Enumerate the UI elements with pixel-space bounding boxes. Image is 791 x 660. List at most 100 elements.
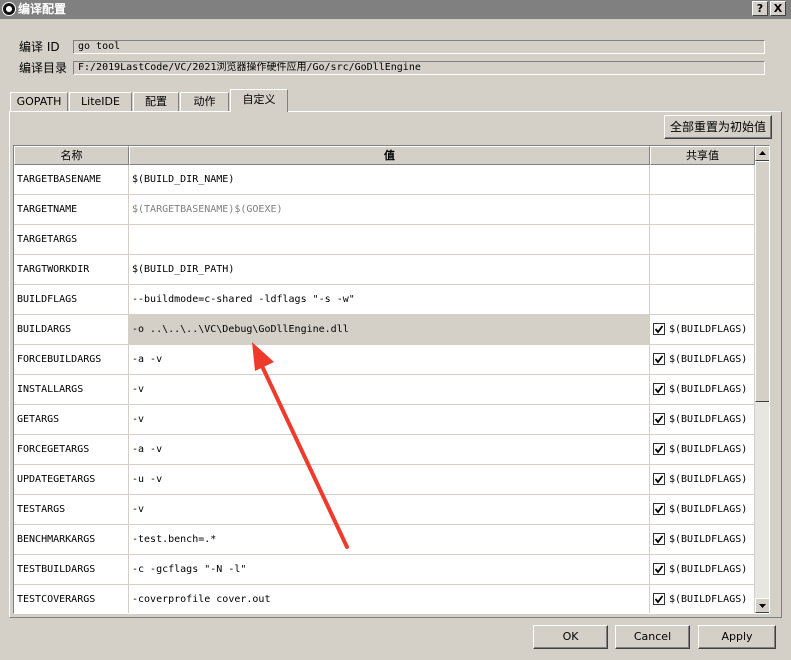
cell-name[interactable]: TESTCOVERARGS xyxy=(14,585,129,613)
cell-value[interactable]: $(BUILD_DIR_PATH) xyxy=(129,255,650,285)
shared-checkbox[interactable] xyxy=(653,353,665,365)
shared-checkbox[interactable] xyxy=(653,383,665,395)
cell-name[interactable]: TESTARGS xyxy=(14,495,129,525)
cell-value[interactable]: -test.bench=.* xyxy=(129,525,650,555)
table-row[interactable]: GETARGS -v $(BUILDFLAGS) xyxy=(14,405,755,435)
shared-checkbox[interactable] xyxy=(653,563,665,575)
cell-shared[interactable]: $(BUILDFLAGS) xyxy=(650,315,755,345)
table-row[interactable]: TESTARGS -v $(BUILDFLAGS) xyxy=(14,495,755,525)
cell-value[interactable]: -a -v xyxy=(129,435,650,465)
shared-checkbox[interactable] xyxy=(653,323,665,335)
cell-value[interactable]: -v xyxy=(129,375,650,405)
cell-name[interactable]: BUILDARGS xyxy=(14,315,129,345)
ok-button[interactable]: OK xyxy=(533,625,608,649)
cell-value[interactable]: $(TARGETBASENAME)$(GOEXE) xyxy=(129,195,650,225)
cell-name[interactable]: TESTBUILDARGS xyxy=(14,555,129,585)
cell-shared[interactable]: $(BUILDFLAGS) xyxy=(650,495,755,525)
shared-checkbox[interactable] xyxy=(653,533,665,545)
table-row[interactable]: TARGETBASENAME $(BUILD_DIR_NAME) xyxy=(14,165,755,195)
cell-value[interactable]: -coverprofile cover.out xyxy=(129,585,650,613)
cell-value[interactable]: $(BUILD_DIR_NAME) xyxy=(129,165,650,195)
cell-shared[interactable] xyxy=(650,195,755,225)
cell-shared[interactable]: $(BUILDFLAGS) xyxy=(650,585,755,613)
cell-value[interactable] xyxy=(129,225,650,255)
cell-name[interactable]: BENCHMARKARGS xyxy=(14,525,129,555)
tab-config[interactable]: 配置 xyxy=(133,92,179,111)
shared-checkbox[interactable] xyxy=(653,443,665,455)
vertical-scrollbar[interactable] xyxy=(755,146,769,613)
cell-shared[interactable]: $(BUILDFLAGS) xyxy=(650,465,755,495)
cell-shared[interactable]: $(BUILDFLAGS) xyxy=(650,345,755,375)
cell-shared[interactable] xyxy=(650,255,755,285)
shared-value-text: $(BUILDFLAGS) xyxy=(669,534,748,545)
cell-name[interactable]: FORCEGETARGS xyxy=(14,435,129,465)
cell-name[interactable]: TARGETARGS xyxy=(14,225,129,255)
table-row[interactable]: TESTCOVERARGS -coverprofile cover.out $(BU… xyxy=(14,585,755,613)
table-row[interactable]: FORCEBUILDARGS -a -v $(BUILDFLAGS) xyxy=(14,345,755,375)
table-row[interactable]: BUILDARGS -o ..\..\..\VC\Debug\GoDllEngin… xyxy=(14,315,755,345)
cell-value[interactable]: --buildmode=c-shared -ldflags "-s -w" xyxy=(129,285,650,315)
shared-checkbox[interactable] xyxy=(653,503,665,515)
table-row[interactable]: INSTALLARGS -v $(BUILDFLAGS) xyxy=(14,375,755,405)
table-row[interactable]: BUILDFLAGS --buildmode=c-shared -ldflags … xyxy=(14,285,755,315)
shared-checkbox[interactable] xyxy=(653,473,665,485)
cell-shared[interactable]: $(BUILDFLAGS) xyxy=(650,555,755,585)
cell-value[interactable]: -v xyxy=(129,495,650,525)
cell-name[interactable]: TARGTWORKDIR xyxy=(14,255,129,285)
table-row[interactable]: TARGETNAME $(TARGETBASENAME)$(GOEXE) xyxy=(14,195,755,225)
shared-value-text: $(BUILDFLAGS) xyxy=(669,564,748,575)
column-header-shared[interactable]: 共享值 xyxy=(650,146,755,165)
cell-name[interactable]: TARGETNAME xyxy=(14,195,129,225)
close-button[interactable]: X xyxy=(770,1,786,16)
cell-name[interactable]: INSTALLARGS xyxy=(14,375,129,405)
apply-button[interactable]: Apply xyxy=(698,625,776,649)
reset-all-button[interactable]: 全部重置为初始值 xyxy=(664,115,772,139)
help-button[interactable]: ? xyxy=(752,1,768,16)
cell-shared[interactable]: $(BUILDFLAGS) xyxy=(650,525,755,555)
tab-gopath[interactable]: GOPATH xyxy=(10,92,68,111)
scroll-up-button[interactable] xyxy=(755,146,769,161)
checkmark-icon xyxy=(654,505,664,514)
arrow-up-icon xyxy=(759,151,766,155)
cell-shared[interactable] xyxy=(650,225,755,255)
table-row[interactable]: TARGTWORKDIR $(BUILD_DIR_PATH) xyxy=(14,255,755,285)
cell-shared[interactable] xyxy=(650,285,755,315)
table-row[interactable]: TARGETARGS xyxy=(14,225,755,255)
shared-value-text: $(BUILDFLAGS) xyxy=(669,504,748,515)
column-header-value[interactable]: 值 xyxy=(129,146,650,165)
table-row[interactable]: FORCEGETARGS -a -v $(BUILDFLAGS) xyxy=(14,435,755,465)
cell-name[interactable]: GETARGS xyxy=(14,405,129,435)
cell-shared[interactable]: $(BUILDFLAGS) xyxy=(650,405,755,435)
build-dir-field[interactable]: F:/2019LastCode/VC/2021浏览器操作硬件应用/Go/src/… xyxy=(73,61,765,75)
build-id-label: 编译 ID xyxy=(19,40,60,54)
table-row[interactable]: TESTBUILDARGS -c -gcflags "-N -l" $(BUILDF… xyxy=(14,555,755,585)
shared-checkbox[interactable] xyxy=(653,413,665,425)
scroll-down-button[interactable] xyxy=(755,598,769,613)
cell-name[interactable]: FORCEBUILDARGS xyxy=(14,345,129,375)
cell-shared[interactable]: $(BUILDFLAGS) xyxy=(650,375,755,405)
cell-value[interactable]: -v xyxy=(129,405,650,435)
checkmark-icon xyxy=(654,415,664,424)
tab-actions[interactable]: 动作 xyxy=(180,92,229,111)
cell-value[interactable]: -o ..\..\..\VC\Debug\GoDllEngine.dll xyxy=(129,315,650,345)
tab-custom[interactable]: 自定义 xyxy=(230,89,288,112)
column-header-name[interactable]: 名称 xyxy=(14,146,129,165)
scroll-thumb[interactable] xyxy=(755,161,769,402)
checkmark-icon xyxy=(654,355,664,364)
cell-shared[interactable]: $(BUILDFLAGS) xyxy=(650,435,755,465)
cell-value[interactable]: -c -gcflags "-N -l" xyxy=(129,555,650,585)
shared-checkbox[interactable] xyxy=(653,593,665,605)
table-row[interactable]: BENCHMARKARGS -test.bench=.* $(BUILDFLAGS) xyxy=(14,525,755,555)
cell-shared[interactable] xyxy=(650,165,755,195)
tab-liteide[interactable]: LiteIDE xyxy=(69,92,132,111)
cell-name[interactable]: BUILDFLAGS xyxy=(14,285,129,315)
shared-value-text: $(BUILDFLAGS) xyxy=(669,474,748,485)
checkmark-icon xyxy=(654,475,664,484)
build-id-field[interactable]: go tool xyxy=(73,40,765,54)
table-row[interactable]: UPDATEGETARGS -u -v $(BUILDFLAGS) xyxy=(14,465,755,495)
cell-value[interactable]: -u -v xyxy=(129,465,650,495)
cell-name[interactable]: UPDATEGETARGS xyxy=(14,465,129,495)
cancel-button[interactable]: Cancel xyxy=(615,625,690,649)
cell-name[interactable]: TARGETBASENAME xyxy=(14,165,129,195)
cell-value[interactable]: -a -v xyxy=(129,345,650,375)
